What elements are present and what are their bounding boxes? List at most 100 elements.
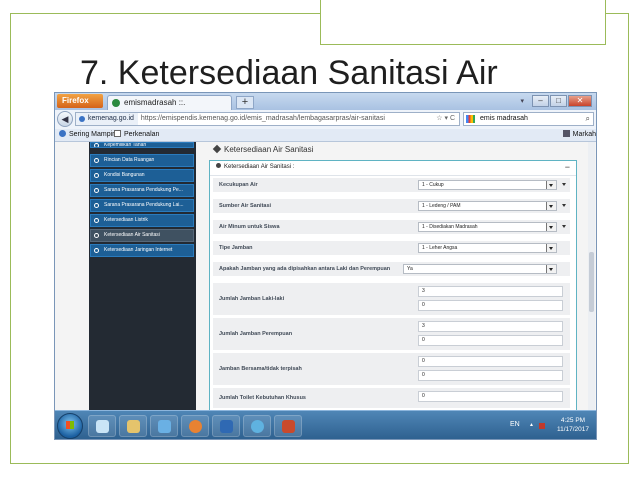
group-jamban-perempuan: Jumlah Jamban Perempuan 3 0 xyxy=(213,318,570,350)
windows-taskbar: EN 4:25 PM 11/17/2017 xyxy=(55,410,596,439)
sidebar-item-sarpras-pendukung-lai[interactable]: Sarana Prasarana Pendukung Lai... xyxy=(90,199,194,212)
firefox-icon[interactable] xyxy=(181,415,209,437)
search-input[interactable]: emis madrasah ⌕ xyxy=(463,112,594,126)
language-indicator[interactable]: EN xyxy=(510,421,520,428)
maximize-button[interactable]: □ xyxy=(550,95,567,107)
group-toilet-kebutuhan-khusus: Jumlah Toilet Kebutuhan Khusus 0 xyxy=(213,388,570,408)
collapse-button[interactable]: − xyxy=(565,161,570,174)
search-icon[interactable]: ⌕ xyxy=(586,113,590,125)
bookmarks-bar: Sering Mampir Perkenalan Markah xyxy=(55,129,596,142)
browser-tab[interactable]: emismadrasah ::. xyxy=(107,95,232,110)
circle-arrow-icon xyxy=(94,173,99,178)
tag-icon xyxy=(212,144,222,154)
sidebar-item-label: Kepemilikan Tanah xyxy=(104,142,147,148)
sidebar-menu: Kepemilikan Tanah Rincian Data Ruangan K… xyxy=(89,142,196,410)
jamban-dipisahkan-select[interactable]: Ya xyxy=(403,264,557,274)
gear-icon xyxy=(216,163,221,168)
bookmark-sering-mampir[interactable]: Sering Mampir xyxy=(59,129,115,141)
site-identity[interactable]: kemenag.go.id xyxy=(76,113,138,125)
select-value: 1 - Cukup xyxy=(422,182,444,188)
slide-decor-box xyxy=(320,0,606,45)
tray-icons[interactable] xyxy=(529,422,549,430)
sidebar-item-sarpras-pendukung-pe[interactable]: Sarana Prasarana Pendukung Pe... xyxy=(90,184,194,197)
field-label: Apakah Jamban yang ada dipisahkan antara… xyxy=(219,266,391,272)
tab-title: emismadrasah ::. xyxy=(124,98,186,107)
url-text: https://emispendis.kemenag.go.id/emis_ma… xyxy=(140,115,385,122)
sidebar-item-rincian-data-ruangan[interactable]: Rincian Data Ruangan xyxy=(90,154,194,167)
sidebar-item-kepemilikan-tanah[interactable]: Kepemilikan Tanah xyxy=(90,142,194,148)
chevron-down-icon xyxy=(562,204,566,207)
circle-arrow-icon xyxy=(94,218,99,223)
firefox-menu-button[interactable]: Firefox xyxy=(57,94,103,108)
form-row-air-minum: Air Minum untuk Siswa 1 - Disediakan Mad… xyxy=(213,220,570,234)
start-button[interactable] xyxy=(57,413,83,439)
sidebar-item-ketersediaan-air-sanitasi[interactable]: Ketersediaan Air Sanitasi xyxy=(90,229,194,242)
browser-title-bar: Firefox emismadrasah ::. + ▾ – □ ✕ xyxy=(55,93,596,110)
minimize-button[interactable]: – xyxy=(532,95,549,107)
group-jamban-laki-laki: Jumlah Jamban Laki-laki 3 0 xyxy=(213,283,570,315)
address-bar[interactable]: kemenag.go.id https://emispendis.kemenag.… xyxy=(75,112,460,126)
jamban-bersama-input-1[interactable]: 0 xyxy=(418,356,563,367)
sumber-air-select[interactable]: 1 - Ledeng / PAM xyxy=(418,201,557,211)
select-value: Ya xyxy=(407,266,413,272)
panel-title: Ketersediaan Air Sanitasi : xyxy=(224,164,295,170)
powerpoint-icon[interactable] xyxy=(274,415,302,437)
form-row-kecukupan-air: Kecukupan Air 1 - Cukup xyxy=(213,178,570,192)
toilet-kebutuhan-khusus-input[interactable]: 0 xyxy=(418,391,563,402)
main-content: Ketersediaan Air Sanitasi Ketersediaan A… xyxy=(204,142,577,410)
chevron-down-icon xyxy=(546,223,556,231)
back-arrow-icon[interactable]: ◀ xyxy=(57,111,73,127)
page-icon xyxy=(114,130,121,137)
sidebar-item-ketersediaan-jaringan-internet[interactable]: Ketersediaan Jaringan Internet xyxy=(90,244,194,257)
sidebar-item-ketersediaan-listrik[interactable]: Ketersediaan Listrik xyxy=(90,214,194,227)
chevron-down-icon xyxy=(546,202,556,210)
page-scrollbar[interactable] xyxy=(588,142,595,410)
ie-icon[interactable] xyxy=(88,415,116,437)
page-heading-text: Ketersediaan Air Sanitasi xyxy=(224,145,314,154)
system-clock[interactable]: 4:25 PM 11/17/2017 xyxy=(550,416,596,434)
chevron-down-icon xyxy=(546,265,556,273)
air-minum-select[interactable]: 1 - Disediakan Madrasah xyxy=(418,222,557,232)
favicon-icon xyxy=(112,99,120,107)
clock-time: 4:25 PM xyxy=(560,417,586,424)
field-label: Air Minum untuk Siswa xyxy=(219,224,280,230)
bookmarks-menu-label: Markah xyxy=(572,131,596,138)
reload-icon[interactable]: ☆ ▾ C xyxy=(436,113,455,125)
sidebar-item-label: Ketersediaan Air Sanitasi xyxy=(104,232,160,238)
window-controls: – □ ✕ xyxy=(532,95,592,107)
sidebar-item-kondisi-bangunan[interactable]: Kondisi Bangunan xyxy=(90,169,194,182)
bookmarks-icon xyxy=(562,130,570,137)
circle-arrow-icon xyxy=(94,158,99,163)
jamban-perempuan-input-2[interactable]: 0 xyxy=(418,335,563,346)
close-button[interactable]: ✕ xyxy=(568,95,592,107)
field-label: Tipe Jamban xyxy=(219,245,253,251)
media-player-icon[interactable] xyxy=(212,415,240,437)
browser-screenshot: Firefox emismadrasah ::. + ▾ – □ ✕ ◀ kem… xyxy=(54,92,597,440)
tab-list-chevron-icon[interactable]: ▾ xyxy=(520,97,524,105)
google-icon xyxy=(466,115,475,123)
bookmarks-menu-button[interactable]: Markah xyxy=(562,129,596,141)
app-icon[interactable] xyxy=(243,415,271,437)
sidebar-item-label: Rincian Data Ruangan xyxy=(104,157,155,163)
group-jamban-bersama: Jamban Bersama/tidak terpisah 0 0 xyxy=(213,353,570,385)
jamban-bersama-input-2[interactable]: 0 xyxy=(418,370,563,381)
tipe-jamban-select[interactable]: 1 - Leher Angsa xyxy=(418,243,557,253)
explorer-icon[interactable] xyxy=(150,415,178,437)
chevron-down-icon xyxy=(562,225,566,228)
field-label: Sumber Air Sanitasi xyxy=(219,203,272,209)
bookmark-perkenalan[interactable]: Perkenalan xyxy=(114,129,159,141)
new-tab-button[interactable]: + xyxy=(236,96,254,109)
scrollbar-thumb[interactable] xyxy=(589,252,594,312)
jamban-perempuan-input-1[interactable]: 3 xyxy=(418,321,563,332)
sidebar-item-label: Ketersediaan Listrik xyxy=(104,217,148,223)
sidebar-item-label: Kondisi Bangunan xyxy=(104,172,145,178)
folder-icon[interactable] xyxy=(119,415,147,437)
jamban-laki-laki-input-1[interactable]: 3 xyxy=(418,286,563,297)
circle-arrow-icon xyxy=(94,143,99,147)
jamban-laki-laki-input-2[interactable]: 0 xyxy=(418,300,563,311)
kecukupan-air-select[interactable]: 1 - Cukup xyxy=(418,180,557,190)
circle-arrow-icon xyxy=(94,188,99,193)
sanitation-panel: Ketersediaan Air Sanitasi : − Kecukupan … xyxy=(209,160,577,410)
circle-arrow-icon xyxy=(94,233,99,238)
field-label: Kecukupan Air xyxy=(219,182,258,188)
